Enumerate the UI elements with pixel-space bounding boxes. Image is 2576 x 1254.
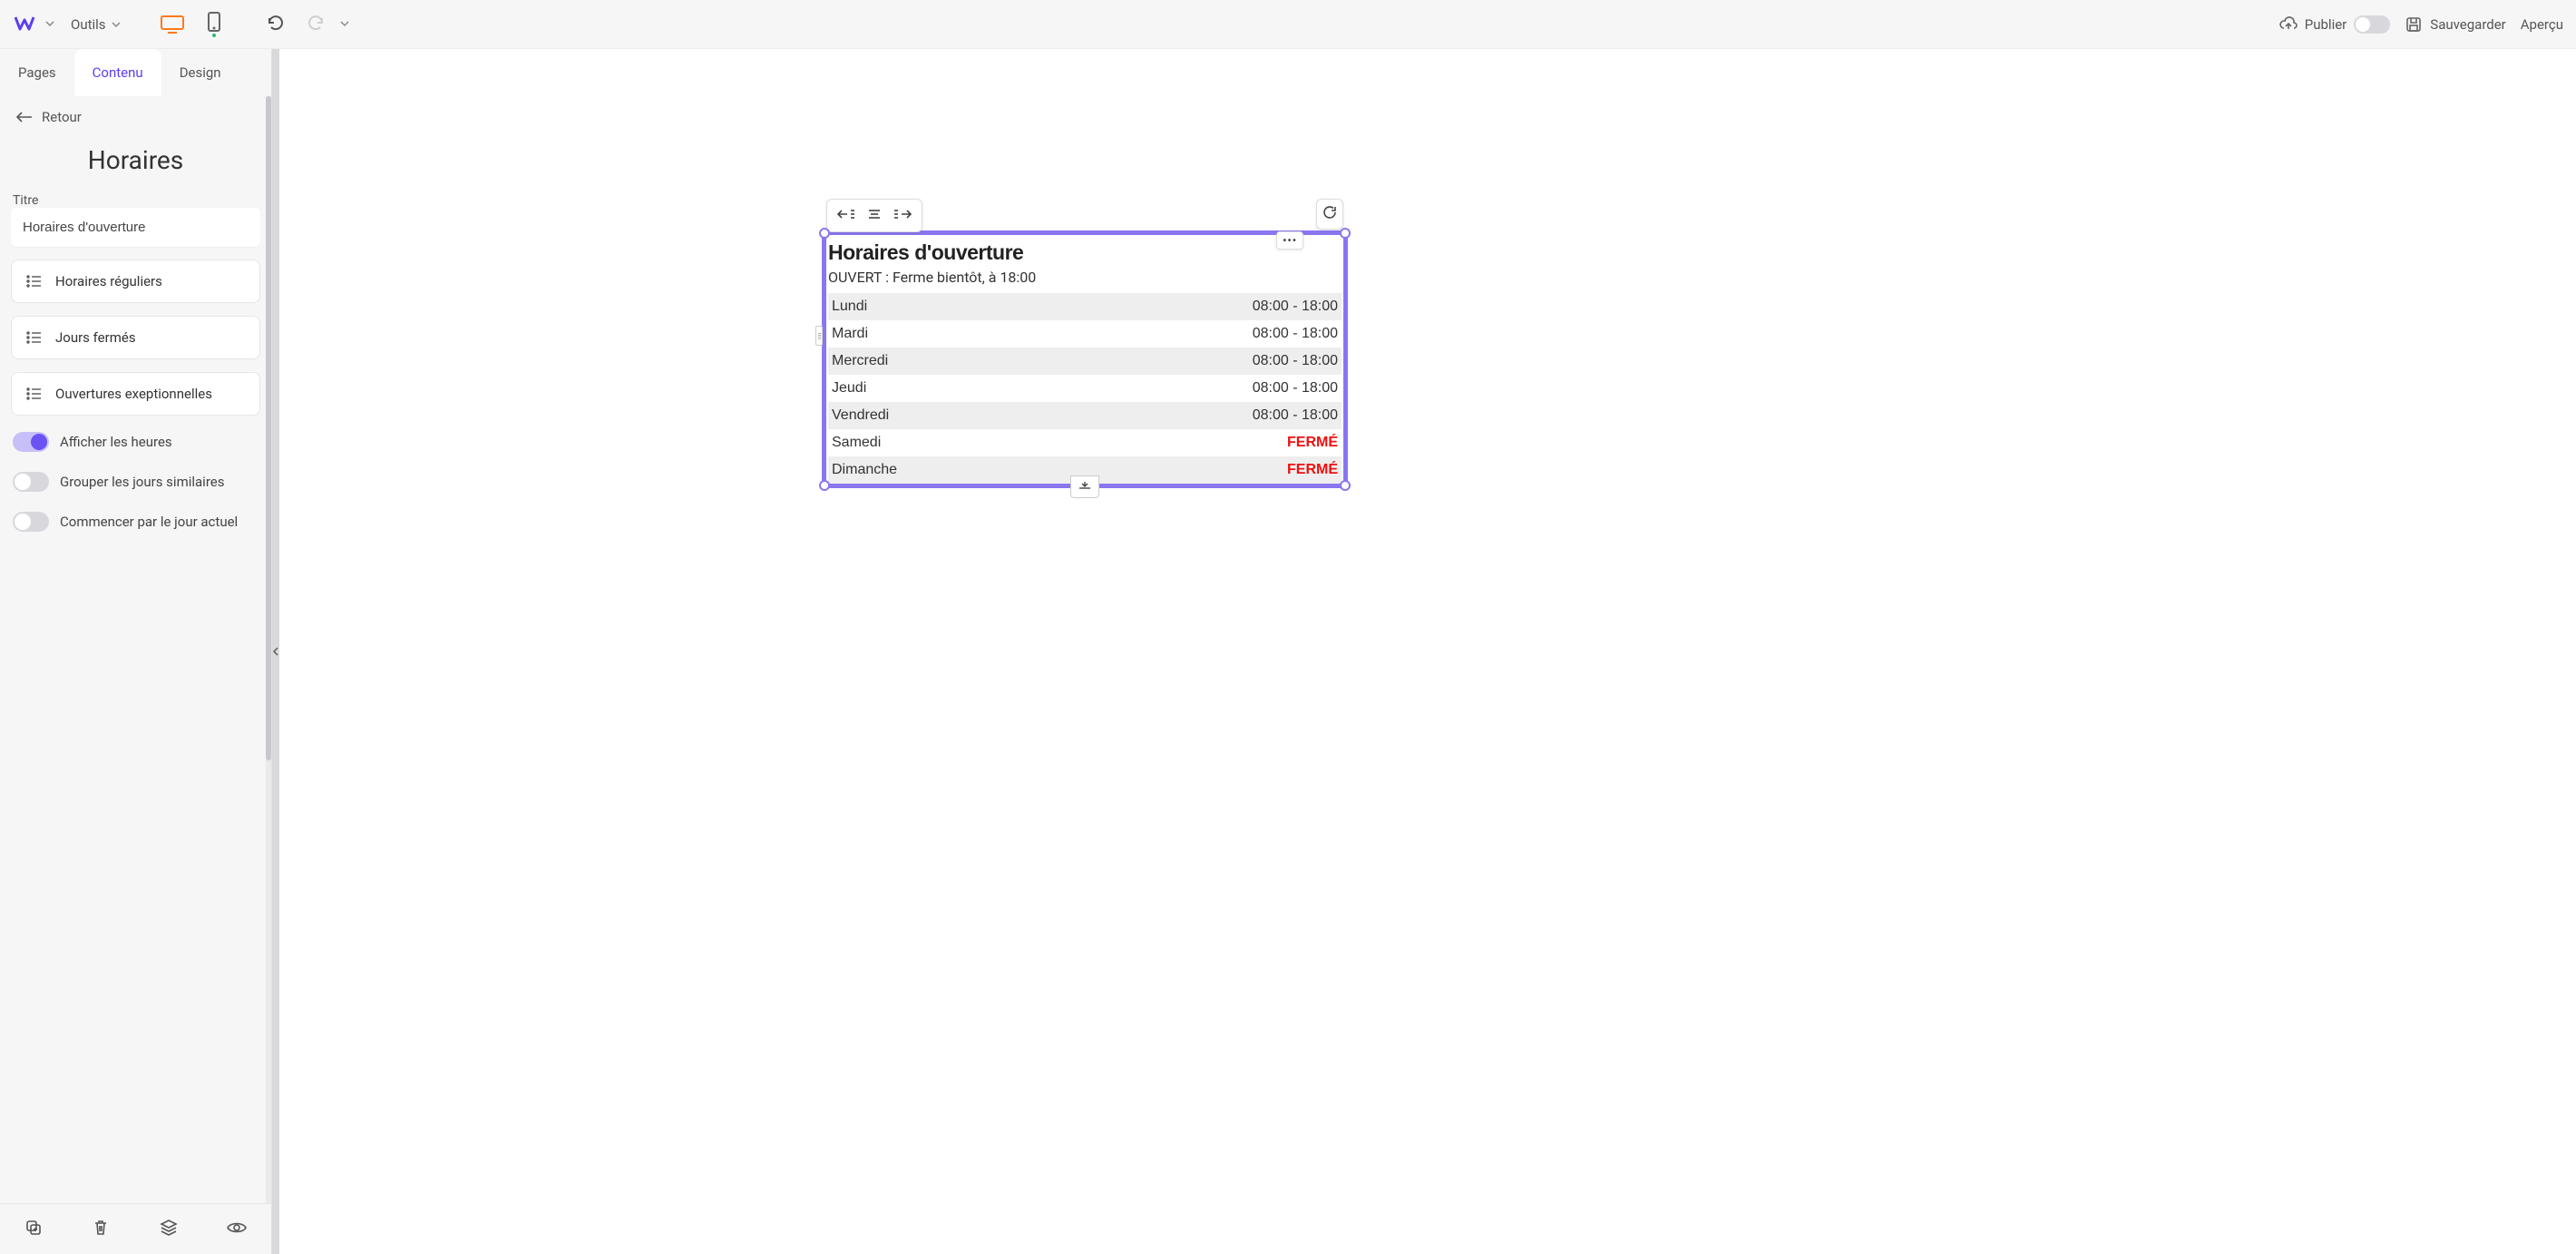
topbar-left: Outils [13,7,349,42]
chevron-down-icon [112,20,121,29]
canvas[interactable]: ••• Horaires d'ouverture OUVERT : Ferme … [279,49,2576,1254]
titre-input[interactable] [11,208,260,247]
schedule-hours: 08:00 - 18:00 [1253,407,1338,424]
schedule-row: Mardi 08:00 - 18:00 [828,320,1342,348]
schedule-closed-label: FERMÉ [1287,435,1338,451]
toggle-start-today-row: Commencer par le jour actuel [11,508,260,535]
align-toolbar [826,199,922,232]
schedule-hours: 08:00 - 18:00 [1253,299,1338,315]
resize-handle-bl[interactable] [819,480,830,491]
tools-label: Outils [71,16,106,33]
schedule-row: Lundi 08:00 - 18:00 [828,293,1342,320]
list-settings-icon [24,274,43,289]
card-exceptional-label: Ouvertures exeptionnelles [55,386,212,402]
layers-button[interactable] [151,1213,187,1246]
panel-title: Horaires [11,145,260,175]
logo-dropdown-icon[interactable] [45,18,54,31]
publish-button[interactable]: Publier [2279,15,2391,34]
schedule-hours: 08:00 - 18:00 [1253,353,1338,369]
resize-handle-tr[interactable] [1340,228,1351,239]
resize-handle-br[interactable] [1340,480,1351,491]
main: Pages Contenu Design Retour Horaires Tit… [0,49,2576,1254]
align-right-button[interactable] [889,203,918,228]
side-drag-handle[interactable] [815,326,823,346]
schedule-row: Jeudi 08:00 - 18:00 [828,375,1342,402]
panel-scroll-thumb[interactable] [266,96,271,760]
align-left-button[interactable] [831,203,860,228]
schedule-closed-label: FERMÉ [1287,462,1338,478]
schedule-day: Samedi [832,435,881,451]
schedule-day: Vendredi [832,407,889,424]
visibility-button[interactable] [218,1213,256,1246]
toggle-group-row: Grouper les jours similaires [11,468,260,495]
undo-button[interactable] [260,7,291,42]
list-settings-icon [24,387,43,401]
panel-splitter[interactable] [272,49,279,1254]
selected-widget[interactable]: ••• Horaires d'ouverture OUVERT : Ferme … [822,230,1348,488]
refresh-widget-button[interactable] [1316,199,1343,230]
widget-heading: Horaires d'ouverture [828,235,1342,267]
schedule-row: Samedi FERMÉ [828,429,1342,456]
insert-below-button[interactable] [1070,475,1099,498]
toggle-show-hours-label: Afficher les heures [60,434,172,450]
card-closed-label: Jours fermés [55,329,136,346]
save-label: Sauvegarder [2430,16,2505,33]
history-dropdown-icon[interactable] [340,18,349,31]
widget-status: OUVERT : Ferme bientôt, à 18:00 [828,267,1342,293]
save-icon [2405,15,2423,34]
topbar-right: Publier Sauvegarder Aperçu [2279,15,2563,34]
toggle-group-similar[interactable] [13,472,49,492]
panel-tabs: Pages Contenu Design [0,49,271,96]
tab-contenu[interactable]: Contenu [74,49,161,96]
device-desktop-button[interactable] [153,12,191,37]
schedule-hours: 08:00 - 18:00 [1253,380,1338,397]
preview-label: Aperçu [2521,16,2563,33]
tab-design[interactable]: Design [161,49,239,96]
toggle-group-label: Grouper les jours similaires [60,474,224,490]
schedule-row: Vendredi 08:00 - 18:00 [828,402,1342,429]
card-closed-days[interactable]: Jours fermés [11,316,260,359]
toggle-start-today-label: Commencer par le jour actuel [60,514,238,530]
widget-more-button[interactable]: ••• [1276,231,1303,250]
schedule-day: Mercredi [832,353,888,369]
save-button[interactable]: Sauvegarder [2405,15,2505,34]
schedule-day: Dimanche [832,462,897,478]
resize-handle-tl[interactable] [819,228,830,239]
app-logo[interactable] [13,13,36,36]
back-label: Retour [42,109,82,125]
preview-button[interactable]: Aperçu [2521,16,2563,33]
side-panel: Pages Contenu Design Retour Horaires Tit… [0,49,272,1254]
toggle-show-hours[interactable] [13,432,49,452]
publish-label: Publier [2305,16,2347,33]
schedule-row: Mercredi 08:00 - 18:00 [828,348,1342,375]
schedule-hours: 08:00 - 18:00 [1253,326,1338,342]
card-exceptional-openings[interactable]: Ouvertures exeptionnelles [11,372,260,416]
schedule-day: Lundi [832,299,867,315]
card-regular-hours[interactable]: Horaires réguliers [11,260,260,303]
duplicate-button[interactable] [15,1213,52,1246]
cloud-upload-icon [2279,15,2298,34]
mobile-status-dot [212,34,216,37]
schedule-table: Lundi08:00 - 18:00Mardi08:00 - 18:00Merc… [828,293,1342,484]
card-regular-label: Horaires réguliers [55,273,162,289]
panel-scroll: Retour Horaires Titre Horaires réguliers… [0,96,271,1203]
back-button[interactable]: Retour [11,96,260,129]
topbar: Outils Publier Sauvegarder [0,0,2576,49]
schedule-day: Mardi [832,326,868,342]
tools-menu[interactable]: Outils [63,13,128,36]
titre-label: Titre [11,193,260,208]
panel-footer [0,1203,271,1254]
align-center-button[interactable] [860,203,889,228]
arrow-left-icon [16,111,33,123]
refresh-icon [1322,205,1337,220]
schedule-day: Jeudi [832,380,866,397]
publish-toggle[interactable] [2354,15,2390,34]
device-mobile-button[interactable] [200,8,228,41]
tab-pages[interactable]: Pages [0,49,74,96]
toggle-start-today[interactable] [13,512,49,532]
delete-button[interactable] [83,1213,119,1246]
list-settings-icon [24,330,43,345]
redo-button[interactable] [300,7,331,42]
toggle-show-hours-row: Afficher les heures [11,428,260,456]
